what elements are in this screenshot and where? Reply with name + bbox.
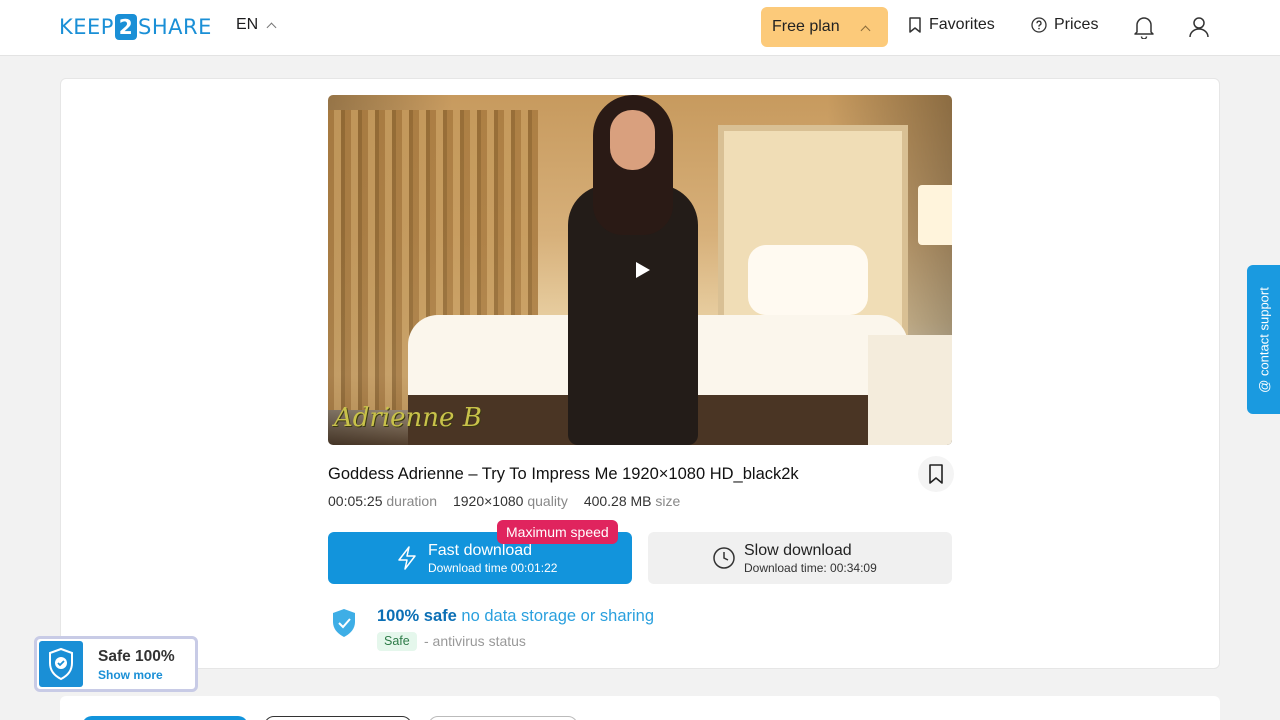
video-frame-nightstand bbox=[868, 335, 952, 445]
chevron-up-icon bbox=[266, 22, 277, 32]
show-more-link[interactable]: Show more bbox=[98, 668, 163, 682]
video-frame-lamp bbox=[918, 185, 952, 245]
antivirus-badge: Safe bbox=[377, 632, 417, 651]
logo[interactable]: KEEP 2 SHARE bbox=[59, 13, 212, 41]
fast-download-label: Fast download bbox=[428, 542, 533, 559]
favorites-label: Favorites bbox=[929, 16, 995, 33]
user-icon bbox=[1189, 17, 1209, 38]
chevron-up-icon bbox=[860, 25, 871, 36]
prices-label: Prices bbox=[1054, 16, 1099, 33]
size-label: size bbox=[655, 493, 681, 509]
safety-strong: 100% safe bbox=[377, 607, 457, 625]
lightning-icon bbox=[398, 546, 416, 570]
notifications-button[interactable] bbox=[1132, 14, 1156, 40]
bookmark-icon bbox=[929, 464, 943, 484]
video-frame-pillow bbox=[748, 245, 868, 315]
account-button[interactable] bbox=[1187, 14, 1211, 40]
logo-number: 2 bbox=[114, 14, 137, 40]
contact-support-label: @ contact support bbox=[1256, 286, 1271, 393]
shield-check-icon bbox=[49, 647, 73, 681]
video-watermark: Adrienne B bbox=[334, 403, 482, 433]
bell-icon bbox=[1134, 17, 1154, 39]
prices-link[interactable]: Prices bbox=[1031, 16, 1098, 34]
file-meta: 00:05:25 duration 1920×1080 quality 400.… bbox=[328, 493, 680, 509]
duration-label: duration bbox=[386, 493, 437, 509]
plan-label: Free plan bbox=[772, 18, 840, 35]
question-circle-icon bbox=[1031, 17, 1047, 33]
add-favorite-button[interactable] bbox=[918, 456, 954, 492]
file-title: Goddess Adrienne – Try To Impress Me 192… bbox=[328, 465, 799, 483]
tab-pill[interactable] bbox=[428, 716, 578, 720]
logo-text-right: SHARE bbox=[137, 15, 212, 39]
video-frame-face bbox=[610, 110, 655, 170]
logo-text-left: KEEP bbox=[59, 15, 114, 39]
max-speed-badge: Maximum speed bbox=[497, 520, 618, 544]
bookmark-icon bbox=[909, 17, 921, 33]
language-label: EN bbox=[236, 16, 259, 33]
quality-label: quality bbox=[527, 493, 568, 509]
clock-icon bbox=[713, 547, 735, 569]
safety-statement: 100% safe no data storage or sharing bbox=[377, 607, 654, 626]
quality-info: 1920×1080 quality bbox=[453, 493, 568, 509]
shield-check-icon bbox=[333, 609, 355, 637]
tab-pill[interactable] bbox=[264, 716, 412, 720]
size-value: 400.28 MB bbox=[583, 493, 652, 509]
slow-download-time: Download time: 00:34:09 bbox=[744, 561, 877, 575]
fast-download-time: Download time 00:01:22 bbox=[428, 561, 558, 575]
plan-button[interactable]: Free plan bbox=[761, 7, 888, 47]
size-info: 400.28 MB size bbox=[584, 493, 681, 509]
play-icon[interactable] bbox=[636, 262, 650, 278]
video-frame-person bbox=[538, 95, 728, 445]
duration-value: 00:05:25 bbox=[328, 493, 383, 509]
favorites-link[interactable]: Favorites bbox=[908, 16, 995, 34]
safety-light: no data storage or sharing bbox=[461, 607, 655, 625]
safe-widget-title: Safe 100% bbox=[98, 648, 175, 665]
duration-info: 00:05:25 duration bbox=[328, 493, 437, 509]
safe-widget[interactable]: Safe 100% Show more bbox=[34, 636, 198, 692]
slow-download-button[interactable]: Slow download Download time: 00:34:09 bbox=[648, 532, 952, 584]
safe-widget-shield bbox=[39, 641, 83, 687]
language-selector[interactable]: EN bbox=[236, 16, 277, 34]
top-header: KEEP 2 SHARE EN Free plan Favorites Prices bbox=[0, 0, 1280, 56]
slow-download-label: Slow download bbox=[744, 542, 852, 559]
quality-value: 1920×1080 bbox=[452, 493, 524, 509]
antivirus-status: - antivirus status bbox=[424, 633, 526, 649]
tab-pill-active[interactable] bbox=[82, 716, 248, 720]
contact-support-tab[interactable]: @ contact support bbox=[1247, 265, 1280, 414]
